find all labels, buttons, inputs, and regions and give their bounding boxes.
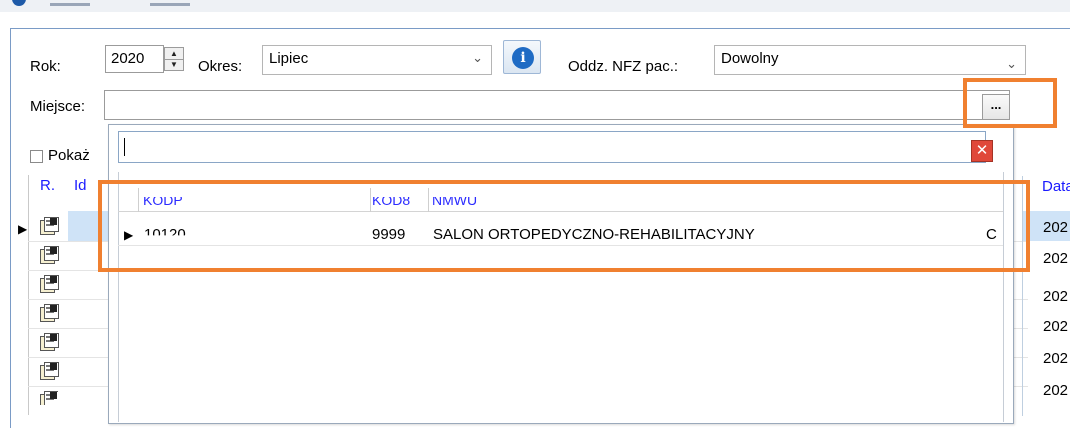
grid-header-data[interactable]: Data: [1042, 178, 1070, 195]
date-cell: 202: [1043, 219, 1069, 236]
date-cell: 202: [1043, 382, 1069, 399]
nfz-label: Oddz. NFZ pac.:: [568, 58, 679, 75]
popup-search-input[interactable]: [118, 131, 986, 163]
text-caret: [124, 138, 125, 156]
spin-down-icon[interactable]: ▼: [165, 59, 183, 70]
date-cell: 202: [1043, 288, 1069, 305]
date-cell: 202: [1043, 318, 1069, 335]
highlight-box-row: [98, 180, 1030, 272]
date-cell: 202: [1043, 350, 1069, 367]
nfz-value: Dowolny: [721, 50, 779, 67]
chevron-down-icon: ⌄: [472, 50, 483, 65]
okres-value: Lipiec: [269, 50, 309, 67]
document-icon[interactable]: [38, 246, 59, 264]
title-fragment: [150, 3, 190, 6]
close-icon[interactable]: ✕: [971, 140, 993, 162]
document-icon[interactable]: [38, 362, 59, 380]
lookup-popup: [108, 124, 1014, 424]
window-title-strip: [0, 0, 1070, 12]
pokaz-label: Pokaż: [48, 147, 90, 164]
row-pointer-icon: ▶: [18, 222, 28, 236]
info-button[interactable]: i: [503, 40, 541, 74]
document-icon[interactable]: [38, 333, 59, 351]
okres-select[interactable]: Lipiec ⌄: [262, 45, 492, 75]
chevron-down-icon: ⌄: [1006, 56, 1017, 71]
rok-label: Rok:: [30, 58, 61, 75]
date-cell: 202: [1043, 250, 1069, 267]
document-icon[interactable]: [38, 217, 59, 235]
okres-label: Okres:: [198, 58, 243, 75]
document-icon[interactable]: [38, 391, 58, 405]
grid-header-r[interactable]: R.: [40, 177, 55, 194]
grid-header-id[interactable]: Id: [74, 177, 87, 194]
highlight-box-ellipsis: [963, 78, 1057, 128]
rok-spinner[interactable]: ▲ ▼: [164, 47, 184, 71]
app-icon: [12, 0, 26, 6]
miejsce-input[interactable]: [104, 90, 1010, 120]
miejsce-label: Miejsce:: [30, 98, 86, 115]
title-fragment: [50, 3, 90, 6]
nfz-select[interactable]: Dowolny ⌄: [714, 45, 1026, 75]
document-icon[interactable]: [38, 304, 59, 322]
grid-border: [28, 175, 29, 415]
document-icon[interactable]: [38, 275, 59, 293]
info-icon: i: [512, 47, 534, 69]
rok-input[interactable]: 2020: [105, 45, 164, 73]
pokaz-checkbox[interactable]: [30, 150, 43, 163]
